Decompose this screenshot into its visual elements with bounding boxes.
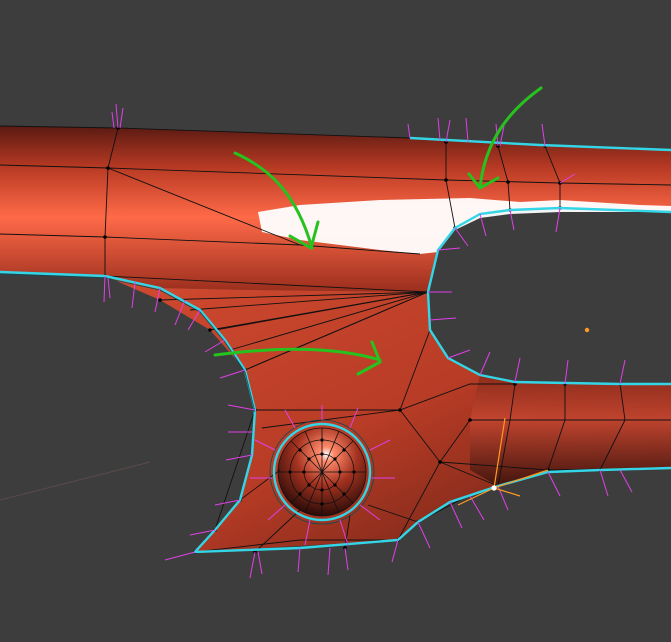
background-guide-line: [0, 461, 151, 501]
active-vertex[interactable]: [491, 485, 497, 491]
3d-viewport[interactable]: [0, 0, 671, 642]
viewport-canvas[interactable]: [0, 0, 671, 642]
origin-dot-icon[interactable]: [584, 326, 591, 333]
mesh-object[interactable]: [0, 125, 671, 554]
